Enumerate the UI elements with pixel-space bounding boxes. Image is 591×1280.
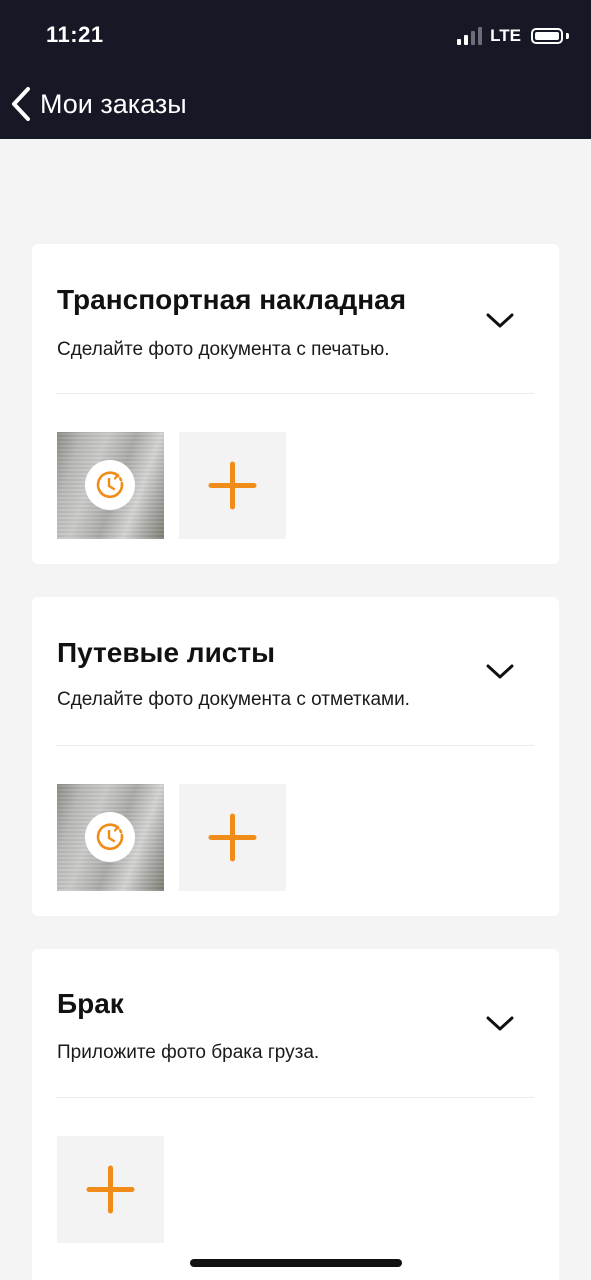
- clock-pending-icon: [96, 471, 124, 499]
- home-indicator: [190, 1259, 402, 1267]
- section-subtitle: Приложите фото брака груза.: [57, 1042, 320, 1063]
- status-time: 11:21: [46, 22, 104, 47]
- clock-pending-icon: [96, 823, 124, 851]
- section-title: Брак: [57, 988, 124, 1019]
- document-section-card: Брак Приложите фото брака груза.: [32, 949, 559, 1280]
- document-photo-thumbnail[interactable]: [57, 784, 164, 891]
- section-title: Транспортная накладная: [57, 284, 407, 315]
- section-divider: [56, 745, 534, 746]
- add-photo-button[interactable]: [179, 784, 286, 891]
- network-type-label: LTE: [490, 26, 521, 45]
- back-button[interactable]: Мои заказы: [10, 86, 187, 122]
- battery-icon: [531, 28, 563, 44]
- chevron-down-icon[interactable]: [486, 312, 514, 330]
- document-section-card: Транспортная накладная Сделайте фото док…: [32, 244, 559, 564]
- back-button-label: Мои заказы: [40, 88, 187, 119]
- section-title: Путевые листы: [57, 637, 275, 668]
- plus-icon: [208, 461, 257, 510]
- add-photo-button[interactable]: [179, 432, 286, 539]
- upload-pending-badge: [85, 460, 135, 510]
- add-photo-button[interactable]: [57, 1136, 164, 1243]
- plus-icon: [208, 813, 257, 862]
- section-divider: [56, 393, 534, 394]
- chevron-down-icon[interactable]: [486, 1015, 514, 1033]
- document-photo-thumbnail[interactable]: [57, 432, 164, 539]
- section-divider: [56, 1097, 534, 1098]
- upload-pending-badge: [85, 812, 135, 862]
- status-indicators: LTE: [457, 26, 569, 46]
- plus-icon: [86, 1165, 135, 1214]
- section-subtitle: Сделайте фото документа с печатью.: [57, 339, 390, 360]
- signal-strength-icon: [457, 27, 483, 45]
- chevron-down-icon[interactable]: [486, 663, 514, 681]
- battery-tip: [566, 33, 569, 39]
- section-subtitle: Сделайте фото документа с отметками.: [57, 689, 410, 710]
- document-section-card: Путевые листы Сделайте фото документа с …: [32, 597, 559, 916]
- chevron-left-icon: [12, 87, 30, 121]
- top-bar: 11:21 LTE Мои заказы: [0, 0, 591, 139]
